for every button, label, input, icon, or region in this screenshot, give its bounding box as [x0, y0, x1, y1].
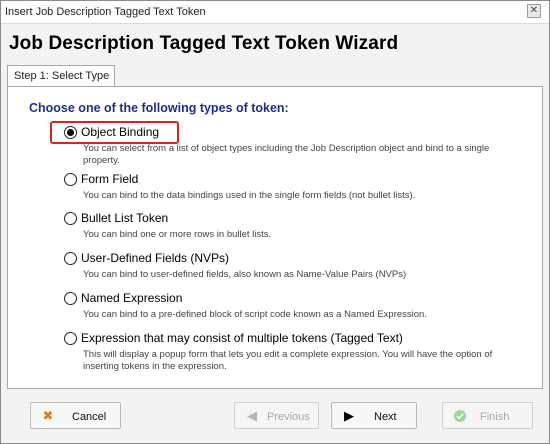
radio-object-binding[interactable] — [64, 126, 77, 139]
option-description: This will display a popup form that lets… — [83, 349, 493, 372]
option-description: You can bind one or more rows in bullet … — [83, 229, 272, 240]
option-label[interactable]: Form Field — [81, 172, 138, 186]
radio-user-defined-fields[interactable] — [64, 252, 77, 265]
option-label[interactable]: User-Defined Fields (NVPs) — [81, 251, 229, 265]
window-title: Insert Job Description Tagged Text Token — [5, 6, 206, 18]
finish-button[interactable]: Finish — [442, 402, 533, 429]
options-panel: Choose one of the following types of tok… — [7, 86, 543, 389]
check-circle-icon — [453, 409, 467, 423]
option-label[interactable]: Expression that may consist of multiple … — [81, 331, 403, 345]
dialog-window: Insert Job Description Tagged Text Token… — [0, 0, 550, 444]
wizard-title: Job Description Tagged Text Token Wizard — [9, 33, 399, 54]
radio-named-expression[interactable] — [64, 292, 77, 305]
radio-form-field[interactable] — [64, 173, 77, 186]
close-icon[interactable]: ✕ — [527, 4, 541, 18]
options-heading: Choose one of the following types of tok… — [29, 101, 289, 115]
cancel-label: Cancel — [72, 411, 107, 423]
option-label[interactable]: Object Binding — [81, 125, 159, 139]
finish-label: Finish — [480, 411, 510, 423]
next-button[interactable]: ▶ Next — [331, 402, 417, 429]
tab-select-type[interactable]: Step 1: Select Type — [7, 65, 115, 87]
option-description: You can bind to user-defined fields, als… — [83, 269, 407, 280]
option-description: You can select from a list of object typ… — [83, 143, 490, 166]
next-label: Next — [374, 411, 397, 423]
option-label[interactable]: Named Expression — [81, 291, 182, 305]
title-bar: Insert Job Description Tagged Text Token… — [1, 1, 549, 24]
radio-tagged-text-expression[interactable] — [64, 332, 77, 345]
cancel-button[interactable]: ✖ Cancel — [30, 402, 121, 429]
arrow-right-icon: ▶ — [344, 408, 354, 423]
option-description: You can bind to the data bindings used i… — [83, 190, 416, 201]
option-description: You can bind to a pre-defined block of s… — [83, 309, 427, 320]
option-label[interactable]: Bullet List Token — [81, 211, 168, 225]
radio-bullet-list-token[interactable] — [64, 212, 77, 225]
arrow-left-icon: ◀ — [247, 408, 257, 423]
previous-button[interactable]: ◀ Previous — [234, 402, 319, 429]
x-icon: ✖ — [42, 408, 54, 423]
previous-label: Previous — [267, 411, 310, 423]
